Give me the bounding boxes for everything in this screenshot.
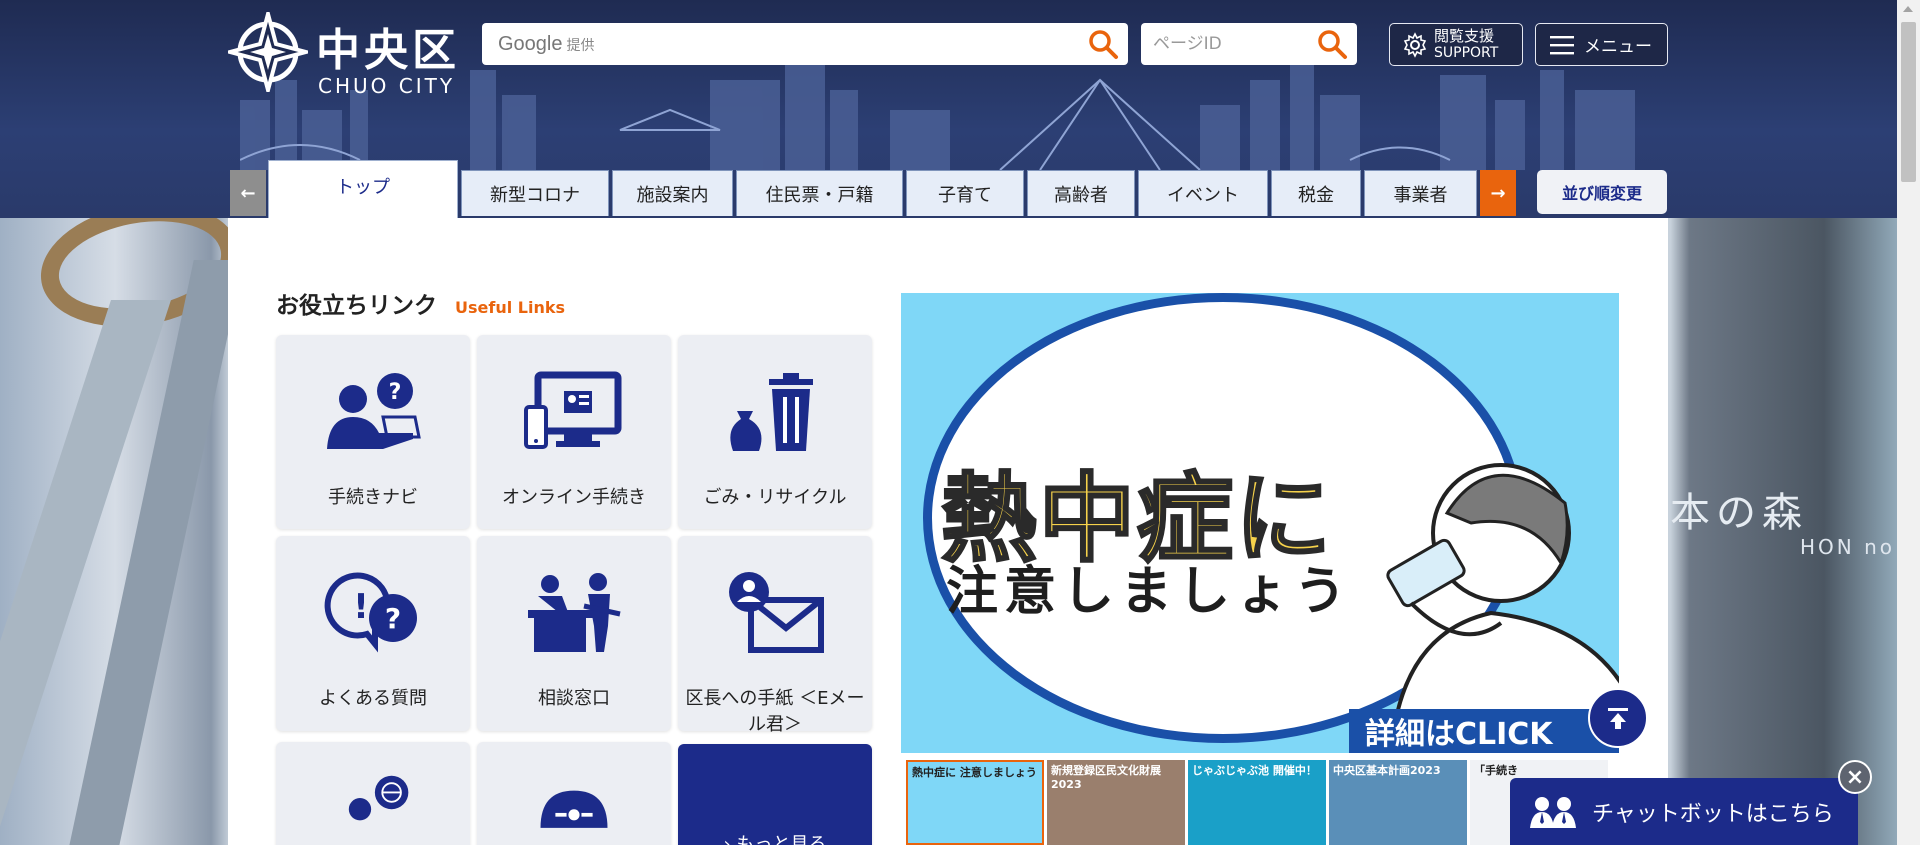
close-icon[interactable]: × — [1838, 760, 1872, 794]
thumbnail-caption: 新規登録区民文化財展2023 — [1051, 764, 1161, 791]
tab-label: イベント — [1167, 184, 1239, 206]
search-icon[interactable] — [1086, 27, 1120, 61]
support-label-jp: 閲覧支援 — [1434, 26, 1495, 45]
tab-scroll-left-arrow-icon[interactable]: ← — [230, 170, 266, 216]
link-tile-faq[interactable]: ! ? よくある質問 — [276, 536, 470, 731]
online-procedure-icon — [524, 371, 622, 449]
svg-text:?: ? — [389, 380, 402, 405]
more-links-button[interactable]: › もっと見る — [678, 744, 872, 845]
chuo-city-logo[interactable]: 中央区 CHUO CITY — [228, 10, 468, 100]
link-tile-letter-to-mayor[interactable]: 区長への手紙 ＜Eメール君＞ — [678, 536, 872, 735]
reorder-tabs-button[interactable]: 並び順変更 — [1537, 170, 1667, 214]
thumbnail-caption: 「手続き — [1474, 764, 1518, 777]
tab-business[interactable]: 事業者 — [1364, 170, 1477, 216]
main-content-panel: お役立ちリンク Useful Links ? 手続きナビ オンライン手続き ごみ… — [228, 218, 1668, 845]
tile-label: よくある質問 — [319, 688, 427, 709]
menu-label: メニュー — [1584, 37, 1652, 57]
support-button[interactable]: 閲覧支援 SUPPORT — [1389, 23, 1523, 66]
page-scrollbar[interactable] — [1897, 0, 1920, 845]
tab-label: 事業者 — [1393, 184, 1448, 206]
tab-elderly[interactable]: 高齢者 — [1027, 170, 1135, 216]
arrow-up-icon — [1608, 708, 1628, 729]
site-search-box[interactable]: Google 提供 — [482, 23, 1128, 65]
useful-links-title-en: Useful Links — [455, 298, 566, 317]
tab-tax[interactable]: 税金 — [1271, 170, 1361, 216]
tab-label: 子育て — [938, 184, 992, 206]
page-id-search — [1141, 23, 1357, 65]
google-brand: Google 提供 — [498, 33, 595, 56]
thumbnail-heatstroke[interactable]: 熱中症に 注意しましょう — [906, 760, 1044, 845]
thumbnail-cultural-assets[interactable]: 新規登録区民文化財展2023 — [1047, 760, 1185, 845]
tab-covid[interactable]: 新型コロナ — [461, 170, 609, 216]
tab-label: トップ — [336, 177, 390, 198]
google-brand-sub: 提供 — [566, 36, 595, 53]
tab-label: 新型コロナ — [490, 184, 580, 206]
tile-label: 相談窓口 — [538, 688, 610, 709]
drinking-person-illustration — [1386, 463, 1619, 753]
logo-title: 中央区 — [316, 25, 460, 76]
procedure-navi-icon: ? — [327, 373, 421, 449]
chatbot-label: チャットボットはこちら — [1592, 801, 1834, 827]
letter-mail-icon — [729, 572, 824, 653]
banner-subheadline: 注意しましょう — [946, 562, 1353, 622]
gear-icon — [1403, 31, 1427, 58]
chatbot-button[interactable]: チャットボットはこちら — [1510, 778, 1858, 845]
tab-resident-register[interactable]: 住民票・戸籍 — [736, 170, 903, 216]
tile-label: 手続きナビ — [328, 487, 418, 508]
hamburger-menu-icon — [1550, 35, 1574, 54]
thumbnail-caption: じゃぶじゃぶ池 開催中！ — [1192, 764, 1317, 777]
city-emblem-icon — [228, 12, 308, 92]
tab-label: 税金 — [1298, 184, 1334, 206]
scrollbar-thumb[interactable] — [1901, 22, 1916, 182]
scroll-up-arrow-icon[interactable] — [1903, 6, 1913, 12]
link-tile-procedure-navi[interactable]: ? 手続きナビ — [276, 335, 470, 529]
useful-links-heading: お役立ちリンク Useful Links — [276, 286, 565, 320]
thumbnail-basic-plan[interactable]: 中央区基本計画2023 — [1329, 760, 1467, 845]
link-tile-online-procedure[interactable]: オンライン手続き — [477, 335, 671, 529]
more-links-label: › もっと見る — [723, 834, 827, 845]
tile-label: 区長への手紙 ＜Eメール君＞ — [685, 688, 865, 735]
tab-facilities[interactable]: 施設案内 — [612, 170, 733, 216]
tab-events[interactable]: イベント — [1138, 170, 1268, 216]
faq-icon: ! ? — [324, 572, 417, 653]
logo-subtitle: CHUO CITY — [318, 74, 456, 98]
tile-label: オンライン手続き — [502, 487, 646, 508]
back-to-top-button[interactable] — [1588, 688, 1648, 748]
helmet-icon — [540, 790, 608, 828]
thumbnail-water-park[interactable]: じゃぶじゃぶ池 開催中！ — [1188, 760, 1326, 845]
support-label-en: SUPPORT — [1434, 44, 1499, 61]
tab-scroll-right-arrow-icon[interactable]: → — [1480, 170, 1516, 216]
google-brand-label: Google — [498, 32, 563, 55]
tab-label: 施設案内 — [636, 184, 709, 206]
tile-label: ごみ・リサイクル — [703, 487, 847, 508]
trash-recycle-icon — [730, 373, 813, 451]
chatbot-staff-icon — [1530, 796, 1576, 828]
tab-childcare[interactable]: 子育て — [906, 170, 1024, 216]
link-tile-trash-recycle[interactable]: ごみ・リサイクル — [678, 335, 872, 529]
useful-links-title: お役立ちリンク — [276, 293, 437, 319]
consultation-icon — [528, 573, 621, 652]
page-id-input[interactable] — [1153, 32, 1303, 56]
globe-person-icon — [348, 775, 409, 821]
heatstroke-banner[interactable]: 熱中症に 注意しましょう 詳細はCLICK — [901, 293, 1619, 753]
svg-text:?: ? — [385, 602, 401, 635]
search-icon[interactable] — [1315, 27, 1349, 61]
tab-top[interactable]: トップ — [268, 160, 458, 218]
link-tile-consultation[interactable]: 相談窓口 — [477, 536, 671, 731]
tab-label: 住民票・戸籍 — [765, 184, 874, 206]
background-building-sign-en: HON no — [1800, 535, 1896, 559]
category-tab-bar: ← トップ 新型コロナ 施設案内 住民票・戸籍 子育て 高齢者 イベント 税金 … — [230, 160, 1670, 218]
site-header: 中央区 CHUO CITY Google提供 閲覧支援 SUPPORT メニュー — [0, 0, 1920, 218]
tab-label: 高齢者 — [1054, 184, 1108, 206]
banner-click-label[interactable]: 詳細はCLICK — [1349, 709, 1619, 753]
menu-button[interactable]: メニュー — [1535, 23, 1668, 66]
link-tile-foreign[interactable] — [276, 742, 470, 845]
background-building-sign: 本の森 — [1670, 490, 1808, 536]
thumbnail-caption: 中央区基本計画2023 — [1333, 764, 1441, 777]
link-tile-disaster[interactable] — [477, 742, 671, 845]
thumbnail-caption: 熱中症に 注意しましょう — [912, 766, 1037, 779]
svg-text:!: ! — [353, 587, 369, 627]
